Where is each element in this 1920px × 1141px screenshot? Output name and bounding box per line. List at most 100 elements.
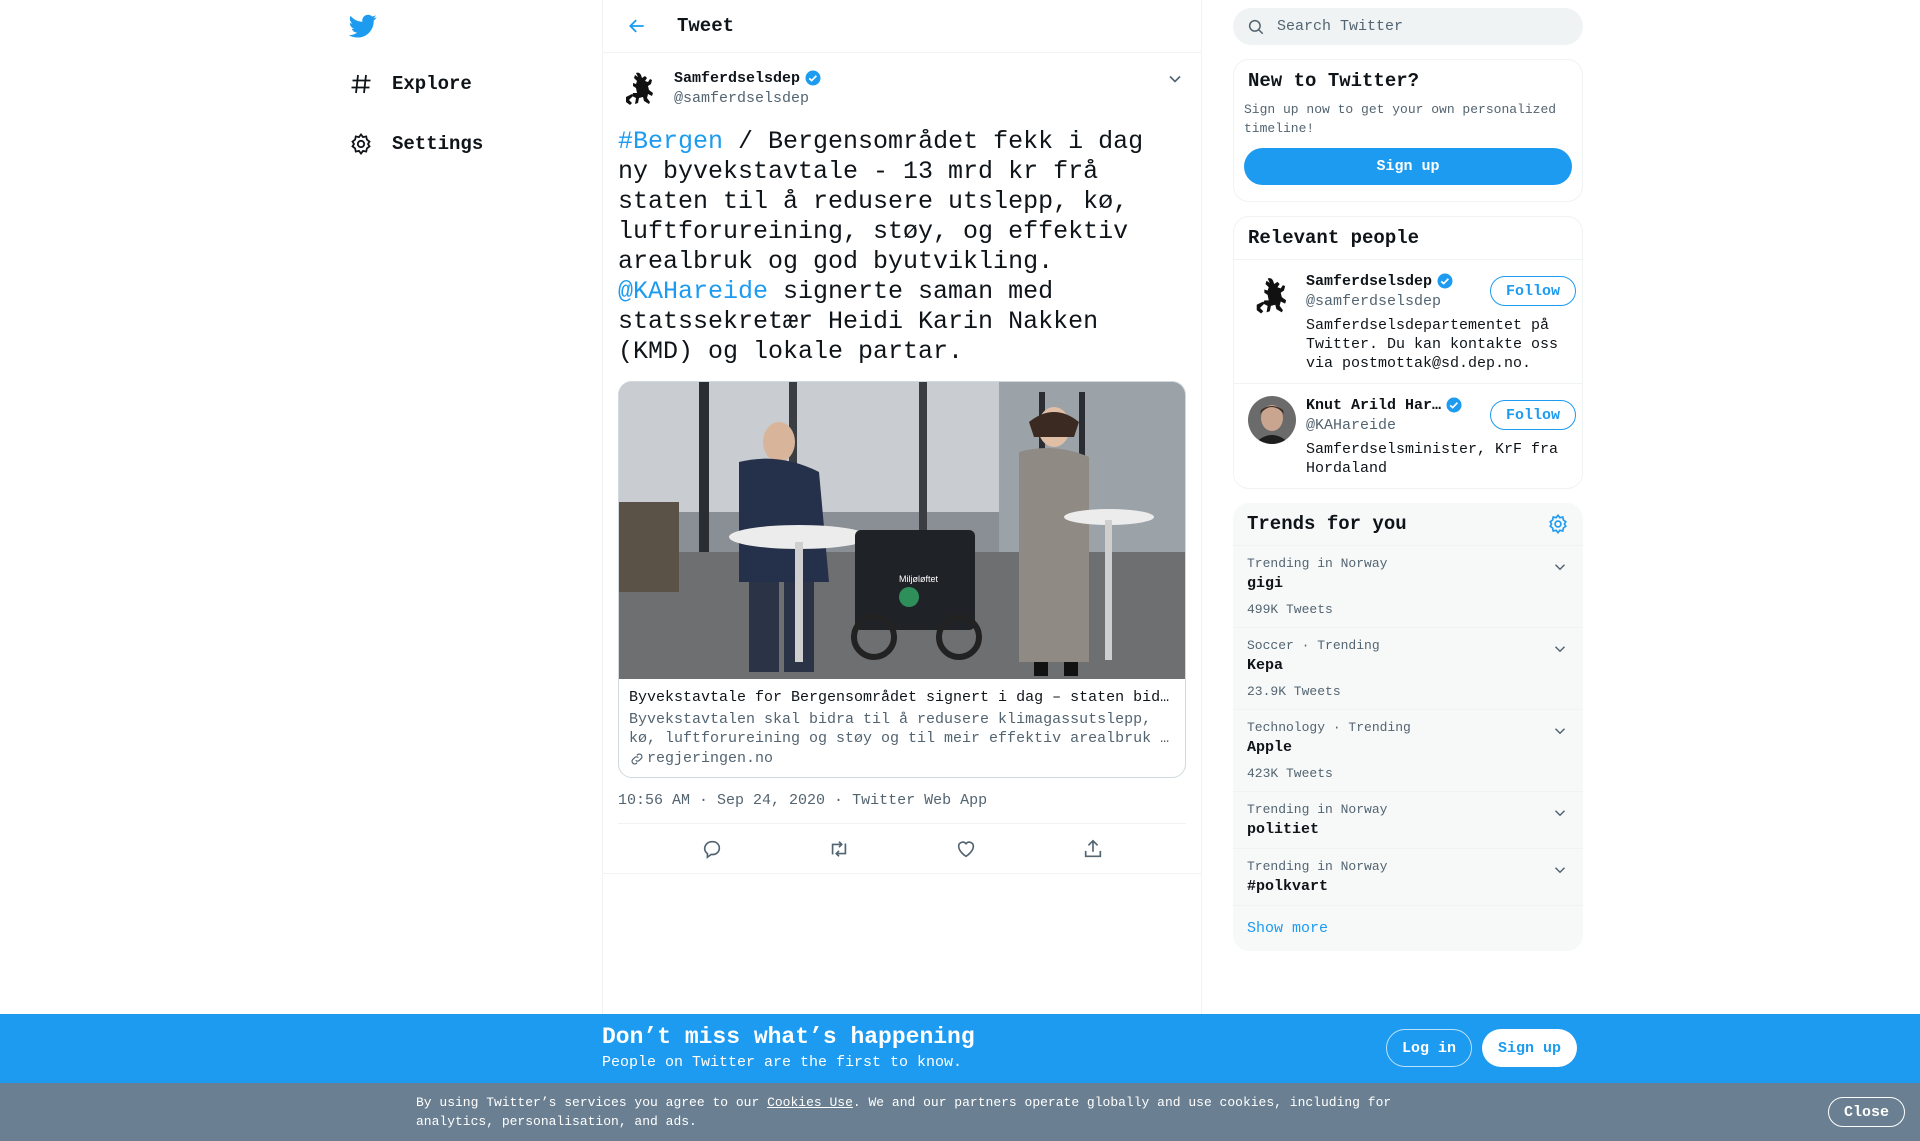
gear-icon xyxy=(348,131,374,157)
heart-icon xyxy=(957,840,974,857)
back-button[interactable] xyxy=(619,8,655,44)
link-card[interactable]: Miljøløftet Byvekstavtale for Bergensomr… xyxy=(618,381,1186,778)
nav-settings-label: Settings xyxy=(392,133,484,155)
search-input[interactable] xyxy=(1277,18,1537,35)
trend-item[interactable]: Soccer · Trending Kepa 23.9K Tweets xyxy=(1233,628,1583,710)
search-icon xyxy=(1248,19,1264,34)
trend-context: Soccer · Trending xyxy=(1247,638,1380,653)
chevron-down-icon[interactable] xyxy=(1551,804,1569,822)
trend-item[interactable]: Technology · Trending Apple 423K Tweets xyxy=(1233,710,1583,792)
cookie-close-button[interactable]: Close xyxy=(1828,1097,1906,1127)
person-name-text: Samferdselsdep xyxy=(1306,272,1433,290)
search-box[interactable] xyxy=(1233,8,1583,45)
signup-button[interactable]: Sign up xyxy=(1244,148,1572,185)
chevron-down-icon[interactable] xyxy=(1551,640,1569,658)
tweet-author: Samferdselsdep @samferdselsdep xyxy=(618,67,1186,111)
banner-title: Don’t miss what’s happening xyxy=(602,1024,975,1050)
nav-explore-label: Explore xyxy=(392,73,472,95)
tweet-timestamp: 10:56 AM · Sep 24, 2020 · Twitter Web Ap… xyxy=(618,792,1186,824)
twitter-bird-icon[interactable] xyxy=(348,12,378,40)
relevant-people-title: Relevant people xyxy=(1248,227,1420,249)
cookie-banner: By using Twitter’s services you agree to… xyxy=(0,1083,1920,1141)
tweet: Samferdselsdep @samferdselsdep #Bergen /… xyxy=(603,53,1201,874)
mention-link[interactable]: @KAHareide xyxy=(618,277,768,306)
share-button[interactable] xyxy=(1078,834,1108,864)
card-photo: Miljøløftet xyxy=(619,382,1185,679)
like-button[interactable] xyxy=(951,834,981,864)
trend-item[interactable]: Trending in Norway #polkvart xyxy=(1233,849,1583,906)
trend-name: Kepa xyxy=(1247,657,1284,674)
page-header: Tweet xyxy=(603,0,1201,53)
relevant-people-panel: Relevant people Samferdselsdep @samferds… xyxy=(1233,216,1583,489)
trend-name: politiet xyxy=(1247,821,1320,838)
card-description: Byvekstavtalen skal bidra til å redusere… xyxy=(629,711,1170,747)
show-more-link[interactable]: Show more xyxy=(1233,906,1583,951)
author-avatar[interactable] xyxy=(618,67,662,111)
trend-name: #polkvart xyxy=(1247,878,1329,895)
login-button[interactable]: Log in xyxy=(1386,1029,1473,1067)
main-column: Tweet Samferdselsdep @samferdselsdep #Be… xyxy=(602,0,1202,1015)
trend-item[interactable]: Trending in Norway gigi 499K Tweets xyxy=(1233,546,1583,628)
banner-signup-button[interactable]: Sign up xyxy=(1482,1029,1578,1067)
trend-item[interactable]: Trending in Norway politiet xyxy=(1233,792,1583,849)
share-icon xyxy=(1084,839,1101,857)
retweet-icon xyxy=(831,840,846,857)
hashtag-icon xyxy=(348,71,374,97)
chevron-down-icon[interactable] xyxy=(1551,722,1569,740)
card-body: Byvekstavtale for Bergensområdet signert… xyxy=(619,679,1185,777)
trend-context: Trending in Norway xyxy=(1247,802,1388,817)
person-photo xyxy=(1248,396,1296,444)
new-to-twitter-description: Sign up now to get your own personalized… xyxy=(1244,102,1557,136)
trends-panel: Trends for you Trending in Norway gigi 4… xyxy=(1233,503,1583,951)
chevron-down-icon[interactable] xyxy=(1165,69,1185,89)
coat-of-arms-lion-icon xyxy=(1256,278,1287,314)
card-domain-text: regjeringen.no xyxy=(647,750,774,767)
banner-subtitle: People on Twitter are the first to know. xyxy=(602,1054,963,1071)
follow-button[interactable]: Follow xyxy=(1489,276,1576,306)
card-domain: regjeringen.no xyxy=(629,750,1173,767)
person-bio: Samferdselsdepartementet på Twitter. Du … xyxy=(1306,317,1559,372)
person-item[interactable]: Knut Arild Har… @KAHareide Samferdselsmi… xyxy=(1234,384,1582,488)
author-name[interactable]: Samferdselsdep xyxy=(674,69,822,87)
chevron-down-icon[interactable] xyxy=(1551,861,1569,879)
separator: · xyxy=(825,792,853,809)
reply-button[interactable] xyxy=(697,834,727,864)
reply-icon xyxy=(703,840,720,859)
new-to-twitter-panel: New to Twitter? Sign up now to get your … xyxy=(1233,59,1583,202)
trend-context: Trending in Norway xyxy=(1247,859,1388,874)
chevron-down-icon[interactable] xyxy=(1551,558,1569,576)
card-image: Miljøløftet xyxy=(619,382,1185,679)
follow-button[interactable]: Follow xyxy=(1489,400,1576,430)
coat-of-arms-lion-icon xyxy=(626,72,653,105)
cookies-use-link[interactable]: Cookies Use xyxy=(767,1095,853,1110)
gear-icon[interactable] xyxy=(1547,513,1569,535)
new-to-twitter-title: New to Twitter? xyxy=(1248,70,1420,92)
person-avatar[interactable] xyxy=(1248,272,1296,320)
tweet-time[interactable]: 10:56 AM · Sep 24, 2020 xyxy=(618,792,825,809)
person-name-text: Knut Arild Har… xyxy=(1306,396,1442,414)
person-avatar[interactable] xyxy=(1248,396,1296,444)
nav-explore[interactable]: Explore xyxy=(348,64,472,104)
verified-badge-icon xyxy=(1446,397,1462,413)
tweet-source[interactable]: Twitter Web App xyxy=(852,792,987,809)
signup-banner: Don’t miss what’s happening People on Tw… xyxy=(0,1014,1920,1083)
retweet-button[interactable] xyxy=(824,834,854,864)
card-title: Byvekstavtale for Bergensområdet signert… xyxy=(629,689,1173,706)
trend-count: 23.9K Tweets xyxy=(1247,684,1341,699)
trend-name: Apple xyxy=(1247,739,1293,756)
back-arrow-icon xyxy=(629,19,644,33)
trend-context: Technology · Trending xyxy=(1247,720,1411,735)
trend-context: Trending in Norway xyxy=(1247,556,1388,571)
hashtag-link[interactable]: #Bergen xyxy=(618,127,723,156)
trend-count: 423K Tweets xyxy=(1247,766,1333,781)
trends-title: Trends for you xyxy=(1247,513,1407,535)
nav-settings[interactable]: Settings xyxy=(348,124,483,164)
person-bio: Samferdselsminister, KrF fra Hordaland xyxy=(1306,441,1559,477)
cookie-text-part: By using Twitter’s services you agree to… xyxy=(416,1095,768,1110)
cookie-text: By using Twitter’s services you agree to… xyxy=(416,1093,1416,1131)
tweet-actions xyxy=(603,824,1201,874)
right-sidebar: New to Twitter? Sign up now to get your … xyxy=(1233,0,1583,951)
author-handle[interactable]: @samferdselsdep xyxy=(674,90,822,107)
person-item[interactable]: Samferdselsdep @samferdselsdep Samferdse… xyxy=(1234,260,1582,384)
link-icon xyxy=(631,753,643,764)
